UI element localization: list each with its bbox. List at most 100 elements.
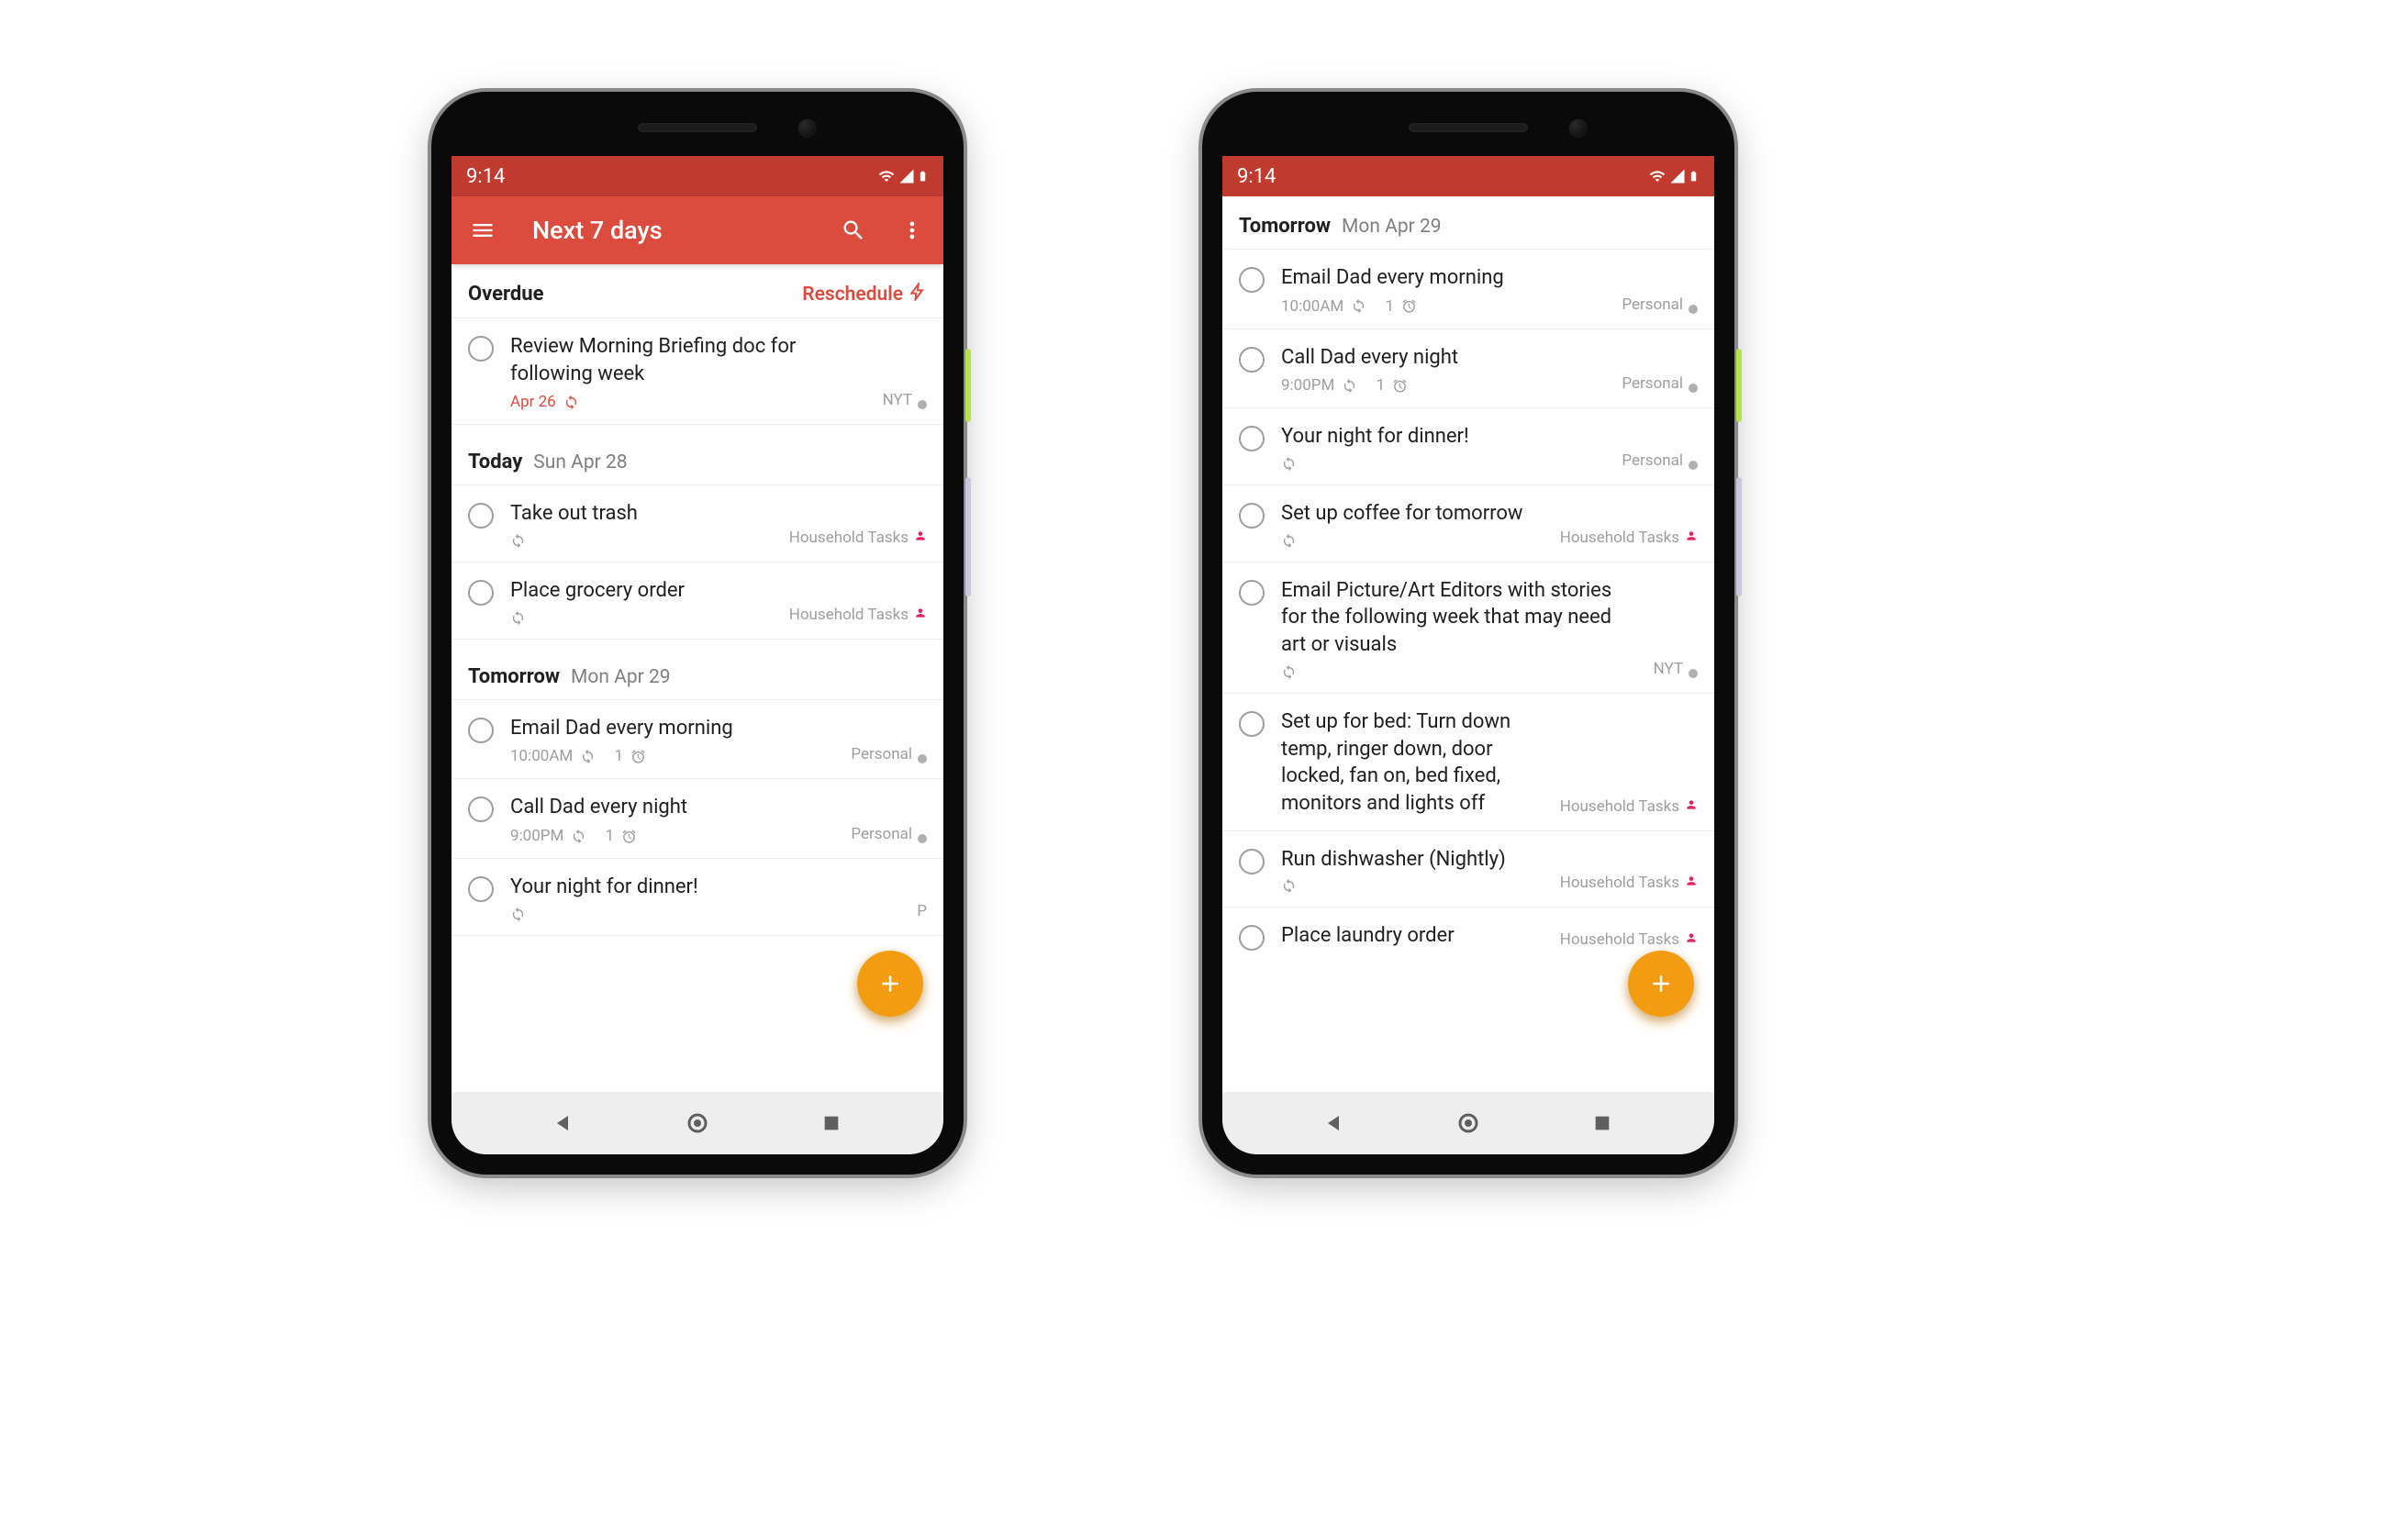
task-title: Call Dad every night [1281,344,1605,372]
task-project: NYT [1654,660,1698,680]
section-date: Mon Apr 29 [571,666,671,688]
signal-icon [1669,168,1686,184]
section-label: Overdue [468,283,544,306]
task-list[interactable]: Overdue Reschedule Review Morning Briefi… [452,264,943,1092]
task-project: Personal [1622,374,1698,395]
task-checkbox[interactable] [468,503,494,529]
task-checkbox[interactable] [1239,925,1265,951]
task-row[interactable]: Email Picture/Art Editors with stories f… [1222,562,1714,694]
square-recent-icon [1592,1113,1612,1133]
nav-back-button[interactable] [1312,1101,1356,1145]
task-project: Household Tasks [1560,797,1698,818]
search-button[interactable] [833,210,874,251]
task-checkbox[interactable] [1239,849,1265,874]
task-row[interactable]: Set up coffee for tomorrow Household Tas… [1222,485,1714,562]
section-tomorrow-header: Tomorrow Mon Apr 29 [452,640,943,699]
task-row[interactable]: Place laundry order Household Tasks [1222,908,1714,963]
task-meta [1281,878,1544,894]
project-dot-icon [918,834,927,843]
task-project: Household Tasks [789,529,927,549]
task-checkbox[interactable] [1239,426,1265,451]
task-title: Email Dad every morning [510,715,834,742]
section-overdue-header: Overdue Reschedule [452,264,943,317]
task-meta: 9:00PM 1 [510,827,834,845]
status-time: 9:14 [466,165,505,188]
task-row[interactable]: Email Dad every morning 10:00AM 1 Person… [452,700,943,780]
square-recent-icon [821,1113,842,1133]
task-row[interactable]: Your night for dinner! Personal [1222,408,1714,485]
section-label: Tomorrow [468,665,560,688]
recurring-icon [1351,298,1366,314]
battery-icon [917,167,929,185]
recurring-icon [563,395,579,410]
task-checkbox[interactable] [1239,267,1265,293]
nav-recent-button[interactable] [809,1101,853,1145]
task-row[interactable]: Your night for dinner! P [452,859,943,936]
project-dot-icon [1689,384,1698,393]
task-project: Household Tasks [1560,874,1698,894]
task-checkbox[interactable] [1239,503,1265,529]
recurring-icon [1342,378,1357,394]
circle-home-icon [1457,1112,1479,1134]
screen-right: 9:14 Tomorrow Mon Apr 29 Email Dad every… [1222,156,1714,1154]
menu-button[interactable] [463,210,503,251]
section-label: Today [468,451,522,473]
reminder-icon [1401,298,1417,314]
task-checkbox[interactable] [1239,347,1265,373]
task-title: Place laundry order [1281,922,1544,950]
triangle-back-icon [552,1112,574,1134]
task-checkbox[interactable] [468,876,494,902]
nav-back-button[interactable] [541,1101,585,1145]
task-row[interactable]: Call Dad every night 9:00PM 1 Personal [452,779,943,859]
phone-volume-button [965,477,971,596]
task-project: Personal [851,825,927,845]
search-icon [841,217,866,243]
reminder-icon [630,749,646,764]
recurring-icon [510,610,526,626]
task-meta [1281,664,1637,680]
task-title: Set up for bed: Turn down temp, ringer d… [1281,708,1544,818]
task-row[interactable]: Email Dad every morning 10:00AM 1 Person… [1222,250,1714,329]
reschedule-button[interactable]: Reschedule [802,283,927,306]
section-date: Mon Apr 29 [1342,216,1442,238]
task-checkbox[interactable] [468,336,494,362]
phone-speaker [1409,123,1528,132]
wifi-icon [876,168,897,184]
task-project: Personal [1622,295,1698,316]
task-checkbox[interactable] [1239,711,1265,737]
task-row[interactable]: Call Dad every night 9:00PM 1 Personal [1222,329,1714,409]
task-row[interactable]: Set up for bed: Turn down temp, ringer d… [1222,694,1714,831]
app-title: Next 7 days [521,216,815,245]
task-project: Personal [1622,451,1698,472]
nav-recent-button[interactable] [1580,1101,1624,1145]
recurring-icon [571,829,586,844]
task-project: NYT [883,391,927,411]
task-list[interactable]: Tomorrow Mon Apr 29 Email Dad every morn… [1222,196,1714,1092]
task-checkbox[interactable] [1239,580,1265,606]
more-button[interactable] [892,210,932,251]
task-row[interactable]: Take out trash Household Tasks [452,485,943,562]
task-project: P [917,902,927,922]
task-checkbox[interactable] [468,796,494,822]
task-title: Email Dad every morning [1281,264,1605,292]
add-task-fab[interactable] [857,951,923,1017]
section-date: Sun Apr 28 [533,451,627,473]
section-tomorrow-header: Tomorrow Mon Apr 29 [1222,196,1714,249]
task-checkbox[interactable] [468,718,494,743]
recurring-icon [510,907,526,922]
android-nav-bar [452,1092,943,1154]
battery-icon [1688,167,1700,185]
task-row[interactable]: Run dishwasher (Nightly) Household Tasks [1222,831,1714,908]
nav-home-button[interactable] [675,1101,719,1145]
status-icons [876,167,929,185]
status-bar: 9:14 [1222,156,1714,196]
add-task-fab[interactable] [1628,951,1694,1017]
phone-left: 9:14 Next 7 days [431,92,964,1175]
task-checkbox[interactable] [468,580,494,606]
task-row[interactable]: Review Morning Briefing doc for followin… [452,318,943,425]
nav-home-button[interactable] [1446,1101,1490,1145]
task-row[interactable]: Place grocery order Household Tasks [452,562,943,640]
task-meta [510,533,773,549]
task-title: Your night for dinner! [1281,423,1605,451]
plus-icon [876,970,904,997]
